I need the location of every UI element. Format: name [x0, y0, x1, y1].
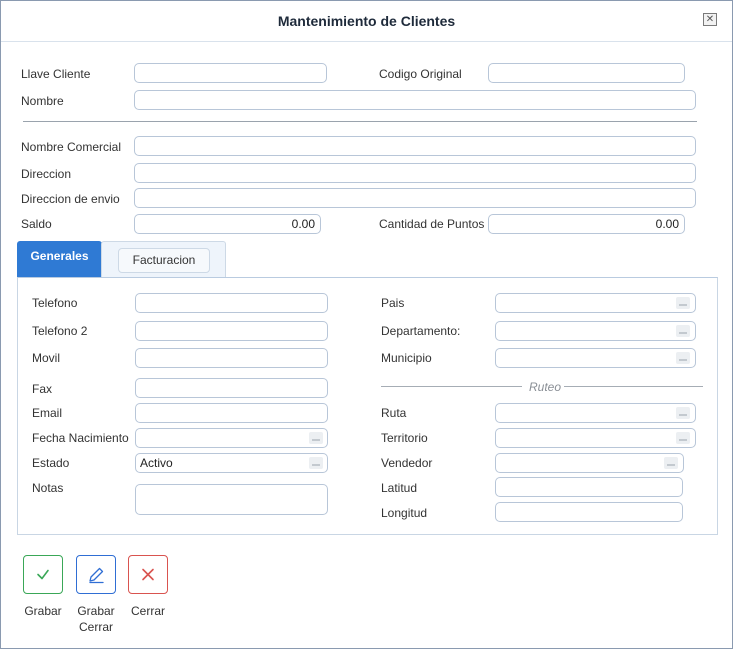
llave-cliente-input[interactable]	[134, 63, 327, 83]
direccion-input[interactable]	[134, 163, 696, 183]
tab-facturacion[interactable]: Facturacion	[101, 241, 226, 278]
municipio-label: Municipio	[381, 351, 432, 365]
tab-facturacion-label: Facturacion	[118, 248, 210, 273]
cerrar-label: Cerrar	[130, 604, 165, 618]
estado-select[interactable]: Activo	[135, 453, 328, 473]
longitud-input[interactable]	[495, 502, 683, 522]
grabar-cerrar-label-line2: Cerrar	[78, 620, 113, 634]
direccion-label: Direccion	[21, 167, 72, 181]
x-icon	[142, 568, 154, 581]
chevron-down-icon[interactable]	[676, 432, 690, 444]
chevron-down-icon[interactable]	[309, 457, 323, 469]
dialog-titlebar: Mantenimiento de Clientes ✕	[1, 1, 732, 42]
notas-textarea[interactable]	[135, 484, 328, 515]
llave-cliente-label: Llave Cliente	[21, 67, 91, 81]
fecha-nacimiento-picker[interactable]	[135, 428, 328, 448]
ruteo-divider-left	[381, 386, 522, 387]
telefono-label: Telefono	[32, 296, 78, 310]
ruteo-divider-right	[564, 386, 703, 387]
ruteo-heading: Ruteo	[529, 380, 562, 394]
territorio-select[interactable]	[495, 428, 696, 448]
cantidad-puntos-label: Cantidad de Puntos	[379, 217, 485, 231]
chevron-down-icon[interactable]	[676, 297, 690, 309]
direccion-envio-input[interactable]	[134, 188, 696, 208]
chevron-down-icon[interactable]	[676, 325, 690, 337]
saldo-label: Saldo	[21, 217, 52, 231]
nombre-comercial-label: Nombre Comercial	[21, 140, 122, 154]
grabar-cerrar-label: Grabar Cerrar	[73, 603, 119, 635]
estado-label: Estado	[32, 456, 70, 470]
customer-maintenance-dialog: Mantenimiento de Clientes ✕ Llave Client…	[0, 0, 733, 649]
saldo-input[interactable]	[134, 214, 321, 234]
nombre-input[interactable]	[134, 90, 696, 110]
chevron-down-icon[interactable]	[664, 457, 678, 469]
tab-generales-label: Generales	[30, 249, 89, 263]
chevron-down-icon[interactable]	[676, 352, 690, 364]
close-icon: ✕	[705, 14, 715, 25]
grabar-cerrar-button[interactable]	[76, 555, 116, 594]
ruta-select[interactable]	[495, 403, 696, 423]
tab-generales[interactable]: Generales	[17, 241, 102, 278]
codigo-original-label: Codigo Original	[379, 67, 462, 81]
dialog-title: Mantenimiento de Clientes	[277, 13, 456, 29]
territorio-label: Territorio	[381, 431, 428, 445]
telefono2-label: Telefono 2	[32, 324, 88, 338]
movil-input[interactable]	[135, 348, 328, 368]
vendedor-label: Vendedor	[381, 456, 433, 470]
departamento-label: Departamento:	[381, 324, 461, 338]
cerrar-button[interactable]	[128, 555, 168, 594]
email-label: Email	[32, 406, 63, 420]
notas-label: Notas	[32, 481, 64, 495]
nombre-label: Nombre	[21, 94, 64, 108]
departamento-select[interactable]	[495, 321, 696, 341]
fax-input[interactable]	[135, 378, 328, 398]
ruta-label: Ruta	[381, 406, 407, 420]
check-icon	[37, 569, 49, 580]
dialog-close-button[interactable]: ✕	[703, 13, 717, 26]
grabar-label: Grabar	[24, 604, 62, 618]
latitud-label: Latitud	[381, 481, 418, 495]
chevron-down-icon[interactable]	[676, 407, 690, 419]
fecha-nacimiento-label: Fecha Nacimiento	[32, 431, 129, 445]
direccion-envio-label: Direccion de envio	[21, 192, 120, 206]
municipio-select[interactable]	[495, 348, 696, 368]
vendedor-select[interactable]	[495, 453, 684, 473]
estado-selected-value: Activo	[140, 456, 173, 470]
telefono-input[interactable]	[135, 293, 328, 313]
header-divider	[23, 121, 697, 122]
pencil-icon	[89, 567, 104, 584]
calendar-icon[interactable]	[309, 432, 323, 444]
pais-label: Pais	[381, 296, 405, 310]
grabar-button[interactable]	[23, 555, 63, 594]
email-input[interactable]	[135, 403, 328, 423]
pais-select[interactable]	[495, 293, 696, 313]
fax-label: Fax	[32, 382, 53, 396]
nombre-comercial-input[interactable]	[134, 136, 696, 156]
latitud-input[interactable]	[495, 477, 683, 497]
telefono2-input[interactable]	[135, 321, 328, 341]
grabar-cerrar-label-line1: Grabar	[77, 604, 115, 618]
codigo-original-input[interactable]	[488, 63, 685, 83]
longitud-label: Longitud	[381, 506, 428, 520]
cantidad-puntos-input[interactable]	[488, 214, 685, 234]
movil-label: Movil	[32, 351, 61, 365]
